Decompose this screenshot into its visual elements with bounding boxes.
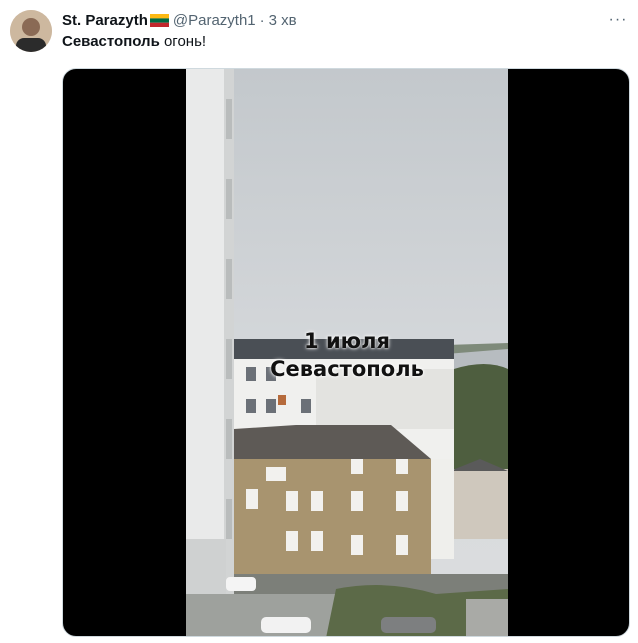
author-handle[interactable]: @Parazyth1: [173, 12, 256, 29]
caption-city: Севастополь: [270, 357, 424, 381]
video-media[interactable]: 1 июля Севастополь: [62, 68, 630, 637]
timestamp[interactable]: 3 хв: [269, 12, 297, 29]
tweet-text-bold: Севастополь: [62, 33, 160, 50]
flag-lithuania-icon: [149, 13, 169, 27]
tweet-header: St. Parazyth @Parazyth1 · 3 хв: [62, 10, 297, 30]
avatar[interactable]: [10, 10, 52, 52]
caption-date: 1 июля: [304, 329, 390, 353]
video-caption: 1 июля Севастополь: [186, 327, 508, 383]
tweet-text: Севастополь огонь!: [62, 33, 206, 50]
tweet-text-rest: огонь!: [159, 33, 207, 50]
author-name[interactable]: St. Parazyth: [62, 12, 148, 29]
tweet[interactable]: St. Parazyth @Parazyth1 · 3 хв ··· Севас…: [0, 0, 638, 643]
video-frame: 1 июля Севастополь: [186, 69, 508, 636]
more-options-icon[interactable]: ···: [608, 10, 628, 30]
separator-dot: ·: [259, 11, 265, 29]
